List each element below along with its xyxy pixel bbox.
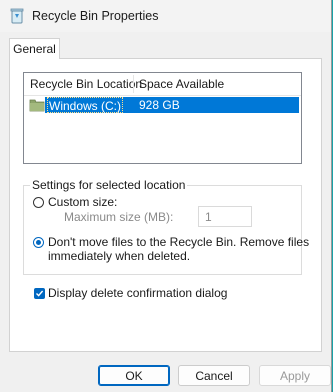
ok-button[interactable]: OK (98, 365, 170, 386)
location-list[interactable]: Recycle Bin Location Space Available Win… (23, 72, 302, 164)
confirm-dialog-checkbox[interactable] (34, 288, 45, 299)
cancel-button[interactable]: Cancel (178, 365, 250, 386)
custom-size-radio[interactable] (33, 197, 44, 208)
settings-group-label: Settings for selected location (30, 178, 188, 192)
title-bar[interactable]: Recycle Bin Properties (0, 0, 331, 32)
recycle-bin-icon (10, 8, 24, 24)
max-size-input[interactable] (198, 206, 252, 227)
window-title: Recycle Bin Properties (32, 9, 159, 23)
column-separator[interactable] (133, 75, 134, 93)
confirm-dialog-label[interactable]: Display delete confirmation dialog (48, 287, 227, 300)
list-header: Recycle Bin Location Space Available (24, 73, 301, 96)
tab-general[interactable]: General (9, 38, 60, 59)
drive-icon (29, 99, 45, 112)
list-item[interactable]: Windows (C:) 928 GB (27, 97, 299, 113)
dont-move-label-line1[interactable]: Don't move files to the Recycle Bin. Rem… (48, 236, 309, 249)
max-size-label: Maximum size (MB): (64, 210, 174, 224)
dont-move-label-line2[interactable]: immediately when deleted. (48, 250, 190, 263)
properties-window: Recycle Bin Properties General Recycle B… (0, 0, 332, 392)
column-header-space[interactable]: Space Available (139, 73, 224, 95)
cell-location: Windows (C:) (47, 97, 124, 113)
apply-button[interactable]: Apply (259, 365, 331, 386)
checkmark-icon (36, 290, 44, 297)
cell-space: 928 GB (139, 98, 180, 112)
dont-move-radio[interactable] (33, 237, 44, 248)
custom-size-label[interactable]: Custom size: (48, 196, 117, 209)
column-header-location[interactable]: Recycle Bin Location (30, 73, 142, 95)
